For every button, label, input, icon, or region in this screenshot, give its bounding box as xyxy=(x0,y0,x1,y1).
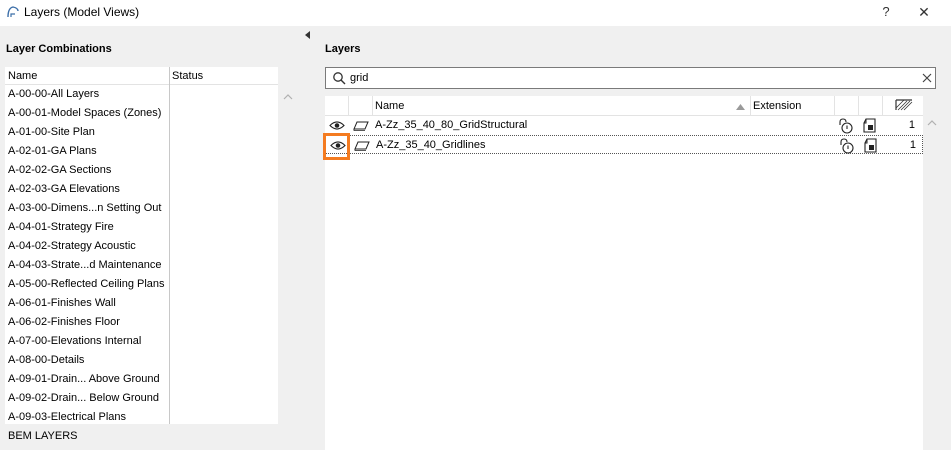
collapse-panel-icon[interactable] xyxy=(305,31,311,39)
list-item[interactable]: A-04-03-Strate...d Maintenance xyxy=(5,256,169,275)
layer-name[interactable]: A-Zz_35_40_Gridlines xyxy=(376,139,485,151)
column-divider xyxy=(169,67,170,424)
unlock-icon[interactable] xyxy=(837,118,853,134)
lock-column[interactable] xyxy=(835,96,859,116)
wireframe-column[interactable] xyxy=(859,96,883,116)
list-item[interactable]: A-08-00-Details xyxy=(5,351,169,370)
highlight-annotation xyxy=(323,133,350,160)
visibility-column[interactable] xyxy=(325,96,349,116)
extension-column-label: Extension xyxy=(753,100,802,112)
chevron-up-icon[interactable] xyxy=(283,93,293,101)
name-column-label: Name xyxy=(375,100,405,112)
combinations-scrollbar[interactable] xyxy=(278,67,306,424)
eye-icon[interactable] xyxy=(329,120,345,131)
list-item[interactable]: A-06-01-Finishes Wall xyxy=(5,294,169,313)
list-item[interactable]: A-02-01-GA Plans xyxy=(5,142,169,161)
layers-table-header: Name Extension xyxy=(325,96,923,116)
solid-view-icon[interactable] xyxy=(862,118,877,133)
list-item[interactable]: A-00-00-All Layers xyxy=(5,85,169,104)
list-item[interactable]: A-01-00-Site Plan xyxy=(5,123,169,142)
archicad-arc-icon xyxy=(7,6,19,18)
combinations-header: Name Status xyxy=(5,67,278,85)
help-button[interactable]: ? xyxy=(876,3,896,23)
title-bar: Layers (Model Views) ? ✕ xyxy=(0,0,951,26)
layer-name[interactable]: A-Zz_35_40_80_GridStructural xyxy=(375,119,527,131)
list-item[interactable]: A-02-03-GA Elevations xyxy=(5,180,169,199)
layer-search-input[interactable] xyxy=(350,70,910,86)
layer-name-column[interactable]: Name xyxy=(373,96,751,116)
close-button[interactable]: ✕ xyxy=(913,3,935,23)
layer-plane-icon xyxy=(353,121,369,131)
type-column[interactable] xyxy=(349,96,373,116)
intersection-column[interactable] xyxy=(883,96,923,116)
table-row[interactable]: A-Zz_35_40_Gridlines 1 xyxy=(325,135,923,154)
layer-combinations-title: Layer Combinations xyxy=(6,43,112,55)
hatch-icon xyxy=(895,99,913,111)
layers-panel: Layers Name Extension xyxy=(312,26,951,450)
list-item[interactable]: A-09-02-Drain... Below Ground xyxy=(5,389,169,408)
solid-view-icon[interactable] xyxy=(863,138,878,153)
intersection-group[interactable]: 1 xyxy=(895,119,915,131)
layer-combinations-list[interactable]: Name Status A-00-00-All Layers A-00-01-M… xyxy=(5,67,278,442)
sort-ascending-icon[interactable] xyxy=(736,104,745,110)
layers-scrollbar[interactable] xyxy=(923,96,951,450)
chevron-up-icon[interactable] xyxy=(927,119,937,127)
list-item[interactable]: A-09-03-Electrical Plans xyxy=(5,408,169,427)
window-title: Layers (Model Views) xyxy=(24,5,140,19)
list-item[interactable]: A-02-02-GA Sections xyxy=(5,161,169,180)
layers-table: Name Extension A-Zz_35_40_80_GridStructu… xyxy=(325,96,923,450)
layer-plane-icon xyxy=(354,141,370,151)
layers-title: Layers xyxy=(325,43,361,55)
list-item[interactable]: A-05-00-Reflected Ceiling Plans xyxy=(5,275,169,294)
list-item[interactable]: A-07-00-Elevations Internal xyxy=(5,332,169,351)
extension-column[interactable]: Extension xyxy=(751,96,835,116)
intersection-group[interactable]: 1 xyxy=(896,139,916,151)
list-item[interactable]: A-09-01-Drain... Above Ground xyxy=(5,370,169,389)
combinations-status-column[interactable]: Status xyxy=(172,70,203,82)
list-item[interactable]: A-04-01-Strategy Fire xyxy=(5,218,169,237)
combinations-name-column[interactable]: Name xyxy=(8,70,37,82)
layer-search-box[interactable] xyxy=(325,67,936,89)
list-item[interactable]: A-00-01-Model Spaces (Zones) xyxy=(5,104,169,123)
list-item[interactable]: A-03-00-Dimens...n Setting Out xyxy=(5,199,169,218)
list-item[interactable]: A-04-02-Strategy Acoustic xyxy=(5,237,169,256)
list-item[interactable]: A-06-02-Finishes Floor xyxy=(5,313,169,332)
unlock-icon[interactable] xyxy=(838,138,854,154)
combinations-items: A-00-00-All Layers A-00-01-Model Spaces … xyxy=(5,85,169,446)
clear-search-icon[interactable] xyxy=(920,71,934,85)
table-row[interactable]: A-Zz_35_40_80_GridStructural 1 xyxy=(325,116,923,135)
list-item[interactable]: BEM LAYERS xyxy=(5,427,169,446)
search-icon xyxy=(333,72,346,85)
